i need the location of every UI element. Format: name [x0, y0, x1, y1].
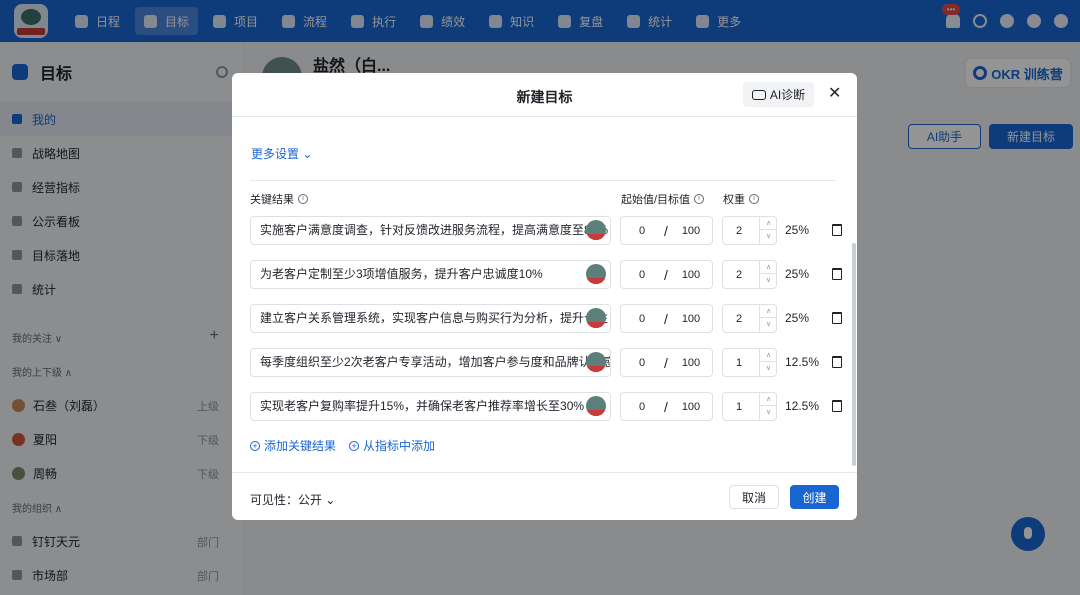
key-result-input[interactable]: 为老客户定制至少3项增值服务，提升客户忠诚度10%: [250, 260, 611, 289]
dialog-footer: 可见性：公开 ⌄ 取消 创建: [232, 472, 857, 520]
stepper-controls: ∧ ∨: [759, 217, 777, 244]
range-separator: /: [664, 355, 668, 371]
trash-icon[interactable]: [832, 400, 842, 412]
chevron-up-icon[interactable]: ∧: [760, 349, 777, 362]
chevron-up-icon[interactable]: ∧: [760, 217, 777, 230]
range-column-header: 起始值/目标值 i: [621, 191, 705, 207]
start-target-field[interactable]: 0 / 100: [620, 348, 713, 377]
weight-percent: 12.5%: [785, 355, 820, 369]
target-value[interactable]: 100: [679, 225, 703, 237]
trash-icon[interactable]: [832, 268, 842, 280]
scrolled-content-fragment: [250, 109, 450, 117]
weight-percent: 25%: [785, 223, 810, 237]
key-result-row: 实施客户满意度调查，针对反馈改进服务流程，提高满意度至85% 0 / 100 2 ∧ ∨ 25…: [250, 216, 845, 245]
cancel-button[interactable]: 取消: [729, 485, 779, 509]
weight-column-header: 权重 i: [723, 191, 759, 207]
weight-value[interactable]: 1: [736, 401, 742, 413]
weight-stepper[interactable]: 1 ∧ ∨: [722, 348, 777, 377]
target-value[interactable]: 100: [679, 357, 703, 369]
trash-icon[interactable]: [832, 312, 842, 324]
key-result-row: 建立客户关系管理系统，实现客户信息与购买行为分析，提升个性 0 / 100 2 ∧ ∨ 25%: [250, 304, 845, 333]
robot-icon: [751, 89, 766, 100]
range-separator: /: [664, 311, 668, 327]
add-key-result-link[interactable]: + 添加关键结果: [250, 437, 336, 454]
add-links: + 添加关键结果 + 从指标中添加: [250, 437, 448, 454]
avatar[interactable]: [586, 352, 606, 372]
start-value[interactable]: 0: [637, 269, 647, 281]
weight-stepper[interactable]: 2 ∧ ∨: [722, 216, 777, 245]
more-settings-toggle[interactable]: 更多设置 ⌄: [251, 145, 312, 162]
start-target-field[interactable]: 0 / 100: [620, 304, 713, 333]
key-result-row: 实现老客户复购率提升15%，并确保老客户推荐率增长至30% 0 / 100 1 ∧ ∨ 12.…: [250, 392, 845, 421]
chevron-up-icon[interactable]: ∧: [760, 393, 777, 406]
weight-stepper[interactable]: 2 ∧ ∨: [722, 260, 777, 289]
start-target-field[interactable]: 0 / 100: [620, 260, 713, 289]
key-result-input[interactable]: 实施客户满意度调查，针对反馈改进服务流程，提高满意度至85%: [250, 216, 611, 245]
chevron-down-icon[interactable]: ∨: [760, 274, 777, 287]
avatar[interactable]: [586, 308, 606, 328]
range-separator: /: [664, 399, 668, 415]
start-value[interactable]: 0: [637, 313, 647, 325]
create-button[interactable]: 创建: [790, 485, 839, 509]
add-from-metric-link[interactable]: + 从指标中添加: [349, 437, 435, 454]
plus-circle-icon: +: [250, 440, 260, 451]
avatar[interactable]: [586, 396, 606, 416]
stepper-controls: ∧ ∨: [759, 393, 777, 420]
key-result-row: 每季度组织至少2次老客户专享活动，增加客户参与度和品牌认同感 0 / 100 1 ∧ ∨ 12…: [250, 348, 845, 377]
start-value[interactable]: 0: [637, 357, 647, 369]
start-target-field[interactable]: 0 / 100: [620, 392, 713, 421]
key-result-input[interactable]: 建立客户关系管理系统，实现客户信息与购买行为分析，提升个性: [250, 304, 611, 333]
range-separator: /: [664, 223, 668, 239]
info-icon[interactable]: i: [694, 194, 705, 204]
target-value[interactable]: 100: [679, 313, 703, 325]
weight-percent: 25%: [785, 311, 810, 325]
chevron-up-icon[interactable]: ∧: [760, 261, 777, 274]
kr-column-header: 关键结果 i: [250, 191, 308, 207]
chevron-down-icon[interactable]: ∨: [760, 318, 777, 331]
scrollbar[interactable]: [852, 243, 856, 466]
weight-value[interactable]: 2: [736, 225, 742, 237]
avatar[interactable]: [586, 220, 606, 240]
range-separator: /: [664, 267, 668, 283]
info-icon[interactable]: i: [298, 194, 308, 204]
stepper-controls: ∧ ∨: [759, 261, 777, 288]
weight-percent: 12.5%: [785, 399, 820, 413]
weight-stepper[interactable]: 1 ∧ ∨: [722, 392, 777, 421]
chevron-down-icon[interactable]: ∨: [760, 362, 777, 375]
start-target-field[interactable]: 0 / 100: [620, 216, 713, 245]
weight-value[interactable]: 1: [736, 357, 742, 369]
weight-value[interactable]: 2: [736, 269, 742, 281]
new-goal-dialog: 新建目标 AI诊断 ✕ 更多设置 ⌄ 关键结果 i 起始值/目标值 i 权重 i 实施…: [232, 73, 857, 520]
key-result-row: 为老客户定制至少3项增值服务，提升客户忠诚度10% 0 / 100 2 ∧ ∨ 25%: [250, 260, 845, 289]
info-icon[interactable]: i: [749, 194, 759, 204]
visibility-select[interactable]: 可见性：公开 ⌄: [250, 491, 335, 508]
trash-icon[interactable]: [832, 224, 842, 236]
ai-diagnose-button[interactable]: AI诊断: [743, 82, 814, 107]
start-value[interactable]: 0: [637, 225, 647, 237]
trash-icon[interactable]: [832, 356, 842, 368]
key-result-input[interactable]: 每季度组织至少2次老客户专享活动，增加客户参与度和品牌认同感: [250, 348, 611, 377]
chevron-down-icon[interactable]: ∨: [760, 406, 777, 419]
stepper-controls: ∧ ∨: [759, 305, 777, 332]
avatar[interactable]: [586, 264, 606, 284]
chevron-down-icon[interactable]: ∨: [760, 230, 777, 243]
key-result-input[interactable]: 实现老客户复购率提升15%，并确保老客户推荐率增长至30%: [250, 392, 611, 421]
weight-stepper[interactable]: 2 ∧ ∨: [722, 304, 777, 333]
weight-percent: 25%: [785, 267, 810, 281]
target-value[interactable]: 100: [679, 401, 703, 413]
target-value[interactable]: 100: [679, 269, 703, 281]
start-value[interactable]: 0: [637, 401, 647, 413]
divider: [250, 180, 836, 181]
weight-value[interactable]: 2: [736, 313, 742, 325]
chevron-up-icon[interactable]: ∧: [760, 305, 777, 318]
stepper-controls: ∧ ∨: [759, 349, 777, 376]
plus-circle-icon: +: [349, 440, 360, 451]
close-icon[interactable]: ✕: [828, 85, 841, 103]
